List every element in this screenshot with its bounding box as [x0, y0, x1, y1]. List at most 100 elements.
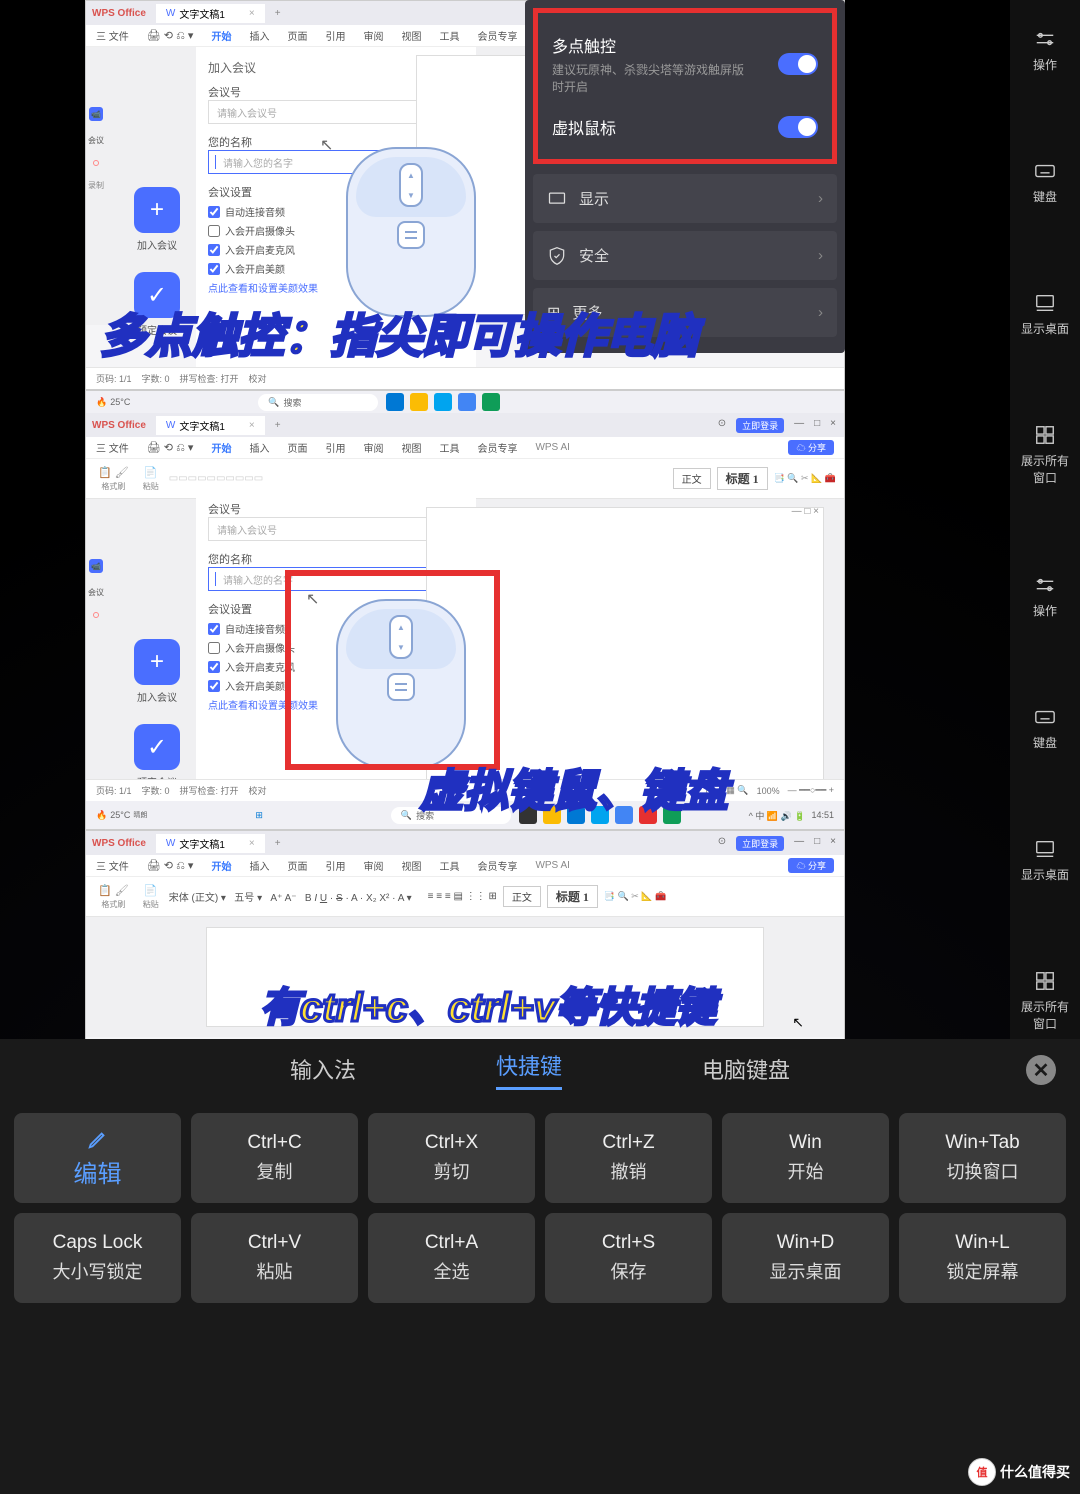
key-ctrl-s[interactable]: Ctrl+S保存 — [545, 1213, 712, 1303]
icon-label: 加入会议 — [134, 237, 180, 252]
side-keyboard[interactable]: 键盘 — [1010, 152, 1080, 213]
tb-icon[interactable] — [386, 393, 404, 411]
pencil-icon — [87, 1128, 109, 1150]
key-edit[interactable]: 编辑 — [14, 1113, 181, 1203]
side-desktop2[interactable]: 显示桌面 — [1010, 830, 1080, 891]
search-box[interactable]: 🔍搜索 — [258, 394, 378, 411]
menu-page[interactable]: 页面 — [287, 440, 307, 455]
menu-tools[interactable]: 工具 — [439, 440, 459, 455]
menu-review[interactable]: 审阅 — [363, 440, 383, 455]
key-win[interactable]: Win开始 — [722, 1113, 889, 1203]
add-tab[interactable]: + — [275, 420, 281, 431]
menu-insert[interactable]: 插入 — [249, 440, 269, 455]
setting-title: 虚拟鼠标 — [552, 115, 616, 139]
side-label: 展示所有 窗口 — [1021, 452, 1069, 486]
wps-ai[interactable]: WPS AI — [535, 442, 569, 453]
tab-shortcuts[interactable]: 快捷键 — [496, 1049, 562, 1090]
grid-icon — [1034, 424, 1056, 446]
status-spell: 拼写检查: 打开 — [180, 372, 239, 385]
menu-file[interactable]: 三 文件 — [96, 440, 129, 455]
sliders-icon — [1034, 28, 1056, 50]
key-win-tab[interactable]: Win+Tab切换窗口 — [899, 1113, 1066, 1203]
side-operate[interactable]: 操作 — [1010, 20, 1080, 81]
menu-file[interactable]: 三 文件 — [96, 28, 129, 43]
side-label: 展示所有 窗口 — [1021, 998, 1069, 1032]
annotation-3: 有ctrl+c、ctrl+v等快捷键 — [260, 975, 716, 1033]
join-meeting-icon[interactable]: + — [134, 187, 180, 233]
style-normal[interactable]: 正文 — [673, 468, 711, 489]
menu-vip[interactable]: 会员专享 — [477, 28, 517, 43]
menu-start[interactable]: 开始 — [211, 440, 231, 455]
status-proof: 校对 — [249, 372, 267, 385]
chevron-right-icon: › — [818, 304, 823, 321]
key-caps[interactable]: Caps Lock大小写锁定 — [14, 1213, 181, 1303]
close-button[interactable]: ✕ — [1026, 1055, 1056, 1085]
menu-vip[interactable]: 会员专享 — [477, 440, 517, 455]
menu-view[interactable]: 视图 — [401, 440, 421, 455]
tab-pc-keyboard[interactable]: 电脑键盘 — [702, 1053, 790, 1085]
meeting-icon[interactable]: 📹 — [89, 559, 103, 573]
sliders-icon — [1034, 574, 1056, 596]
tab-ime[interactable]: 输入法 — [290, 1053, 356, 1085]
display-icon — [547, 189, 567, 209]
menu-ref[interactable]: 引用 — [325, 28, 345, 43]
setting-multitouch[interactable]: 多点触控 建议玩原神、杀戮尖塔等游戏触屏版时开启 — [552, 23, 818, 105]
setting-security[interactable]: 安全 › — [533, 231, 837, 280]
login-btn[interactable]: 立即登录 — [736, 418, 784, 433]
chevron-right-icon: › — [818, 190, 823, 207]
record-icon[interactable] — [93, 612, 99, 618]
wps-menubar: 三 文件 🖨 ⟲ ⎌ ▾ 开始 插入 页面 引用 审阅 视图 工具 会员专享 W… — [86, 437, 844, 459]
key-ctrl-z[interactable]: Ctrl+Z撤销 — [545, 1113, 712, 1203]
side-label: 操作 — [1033, 56, 1057, 73]
key-ctrl-x[interactable]: Ctrl+X剪切 — [368, 1113, 535, 1203]
record-icon[interactable] — [93, 160, 99, 166]
side-keyboard2[interactable]: 键盘 — [1010, 698, 1080, 759]
menu-tools[interactable]: 工具 — [439, 28, 459, 43]
tb-icon[interactable] — [410, 393, 428, 411]
annotation-2: 虚拟键鼠、键盘 — [420, 755, 728, 819]
wps-menubar: 三 文件 🖨 ⟲ ⎌ ▾ 开始 插入 页面 引用 审阅 视图 工具 会员专享 W… — [86, 855, 844, 877]
status-bar: 页码: 1/1 字数: 0 拼写检查: 打开 校对 — [86, 367, 844, 389]
side-all-windows2[interactable]: 展示所有 窗口 — [1010, 962, 1080, 1040]
wps-logo: WPS Office — [92, 420, 146, 431]
key-ctrl-v[interactable]: Ctrl+V粘贴 — [191, 1213, 358, 1303]
monitor-icon — [1034, 292, 1056, 314]
menu-ref[interactable]: 引用 — [325, 440, 345, 455]
menu-page[interactable]: 页面 — [287, 28, 307, 43]
tb-icon[interactable] — [458, 393, 476, 411]
menu-start[interactable]: 开始 — [211, 28, 231, 43]
side-operate2[interactable]: 操作 — [1010, 566, 1080, 627]
add-tab[interactable]: + — [275, 8, 281, 19]
highlight-box — [285, 570, 500, 770]
menu-insert[interactable]: 插入 — [249, 28, 269, 43]
chevron-right-icon: › — [818, 247, 823, 264]
side-label: 显示桌面 — [1021, 866, 1069, 883]
toggle-switch[interactable] — [778, 116, 818, 138]
key-ctrl-c[interactable]: Ctrl+C复制 — [191, 1113, 358, 1203]
keyboard-icon — [1034, 706, 1056, 728]
key-ctrl-a[interactable]: Ctrl+A全选 — [368, 1213, 535, 1303]
style-heading[interactable]: 标题 1 — [717, 467, 768, 490]
meeting-icon[interactable]: 📹 — [89, 107, 103, 121]
setting-display[interactable]: 显示 › — [533, 174, 837, 223]
tb-icon[interactable] — [434, 393, 452, 411]
tb-icon[interactable] — [482, 393, 500, 411]
key-win-d[interactable]: Win+D显示桌面 — [722, 1213, 889, 1303]
shield-icon — [547, 246, 567, 266]
shortcut-grid: 编辑 Ctrl+C复制 Ctrl+X剪切 Ctrl+Z撤销 Win开始 Win+… — [0, 1099, 1080, 1317]
wps-tab[interactable]: W文字文稿1× — [156, 416, 265, 435]
key-win-l[interactable]: Win+L锁定屏幕 — [899, 1213, 1066, 1303]
weather[interactable]: 🔥25°C — [96, 397, 130, 408]
setting-label: 显示 — [579, 188, 609, 209]
side-label: 键盘 — [1033, 188, 1057, 205]
menu-view[interactable]: 视图 — [401, 28, 421, 43]
toggle-switch[interactable] — [778, 53, 818, 75]
side-desktop[interactable]: 显示桌面 — [1010, 284, 1080, 345]
menu-review[interactable]: 审阅 — [363, 28, 383, 43]
wps-tab[interactable]: W文字文稿1× — [156, 4, 265, 23]
setting-virtual-mouse[interactable]: 虚拟鼠标 — [552, 105, 818, 149]
schedule-meeting-icon[interactable]: ✓ — [134, 724, 180, 770]
join-meeting-icon[interactable]: + — [134, 639, 180, 685]
side-all-windows[interactable]: 展示所有 窗口 — [1010, 416, 1080, 494]
share-btn[interactable]: ☁ 分享 — [788, 440, 834, 455]
